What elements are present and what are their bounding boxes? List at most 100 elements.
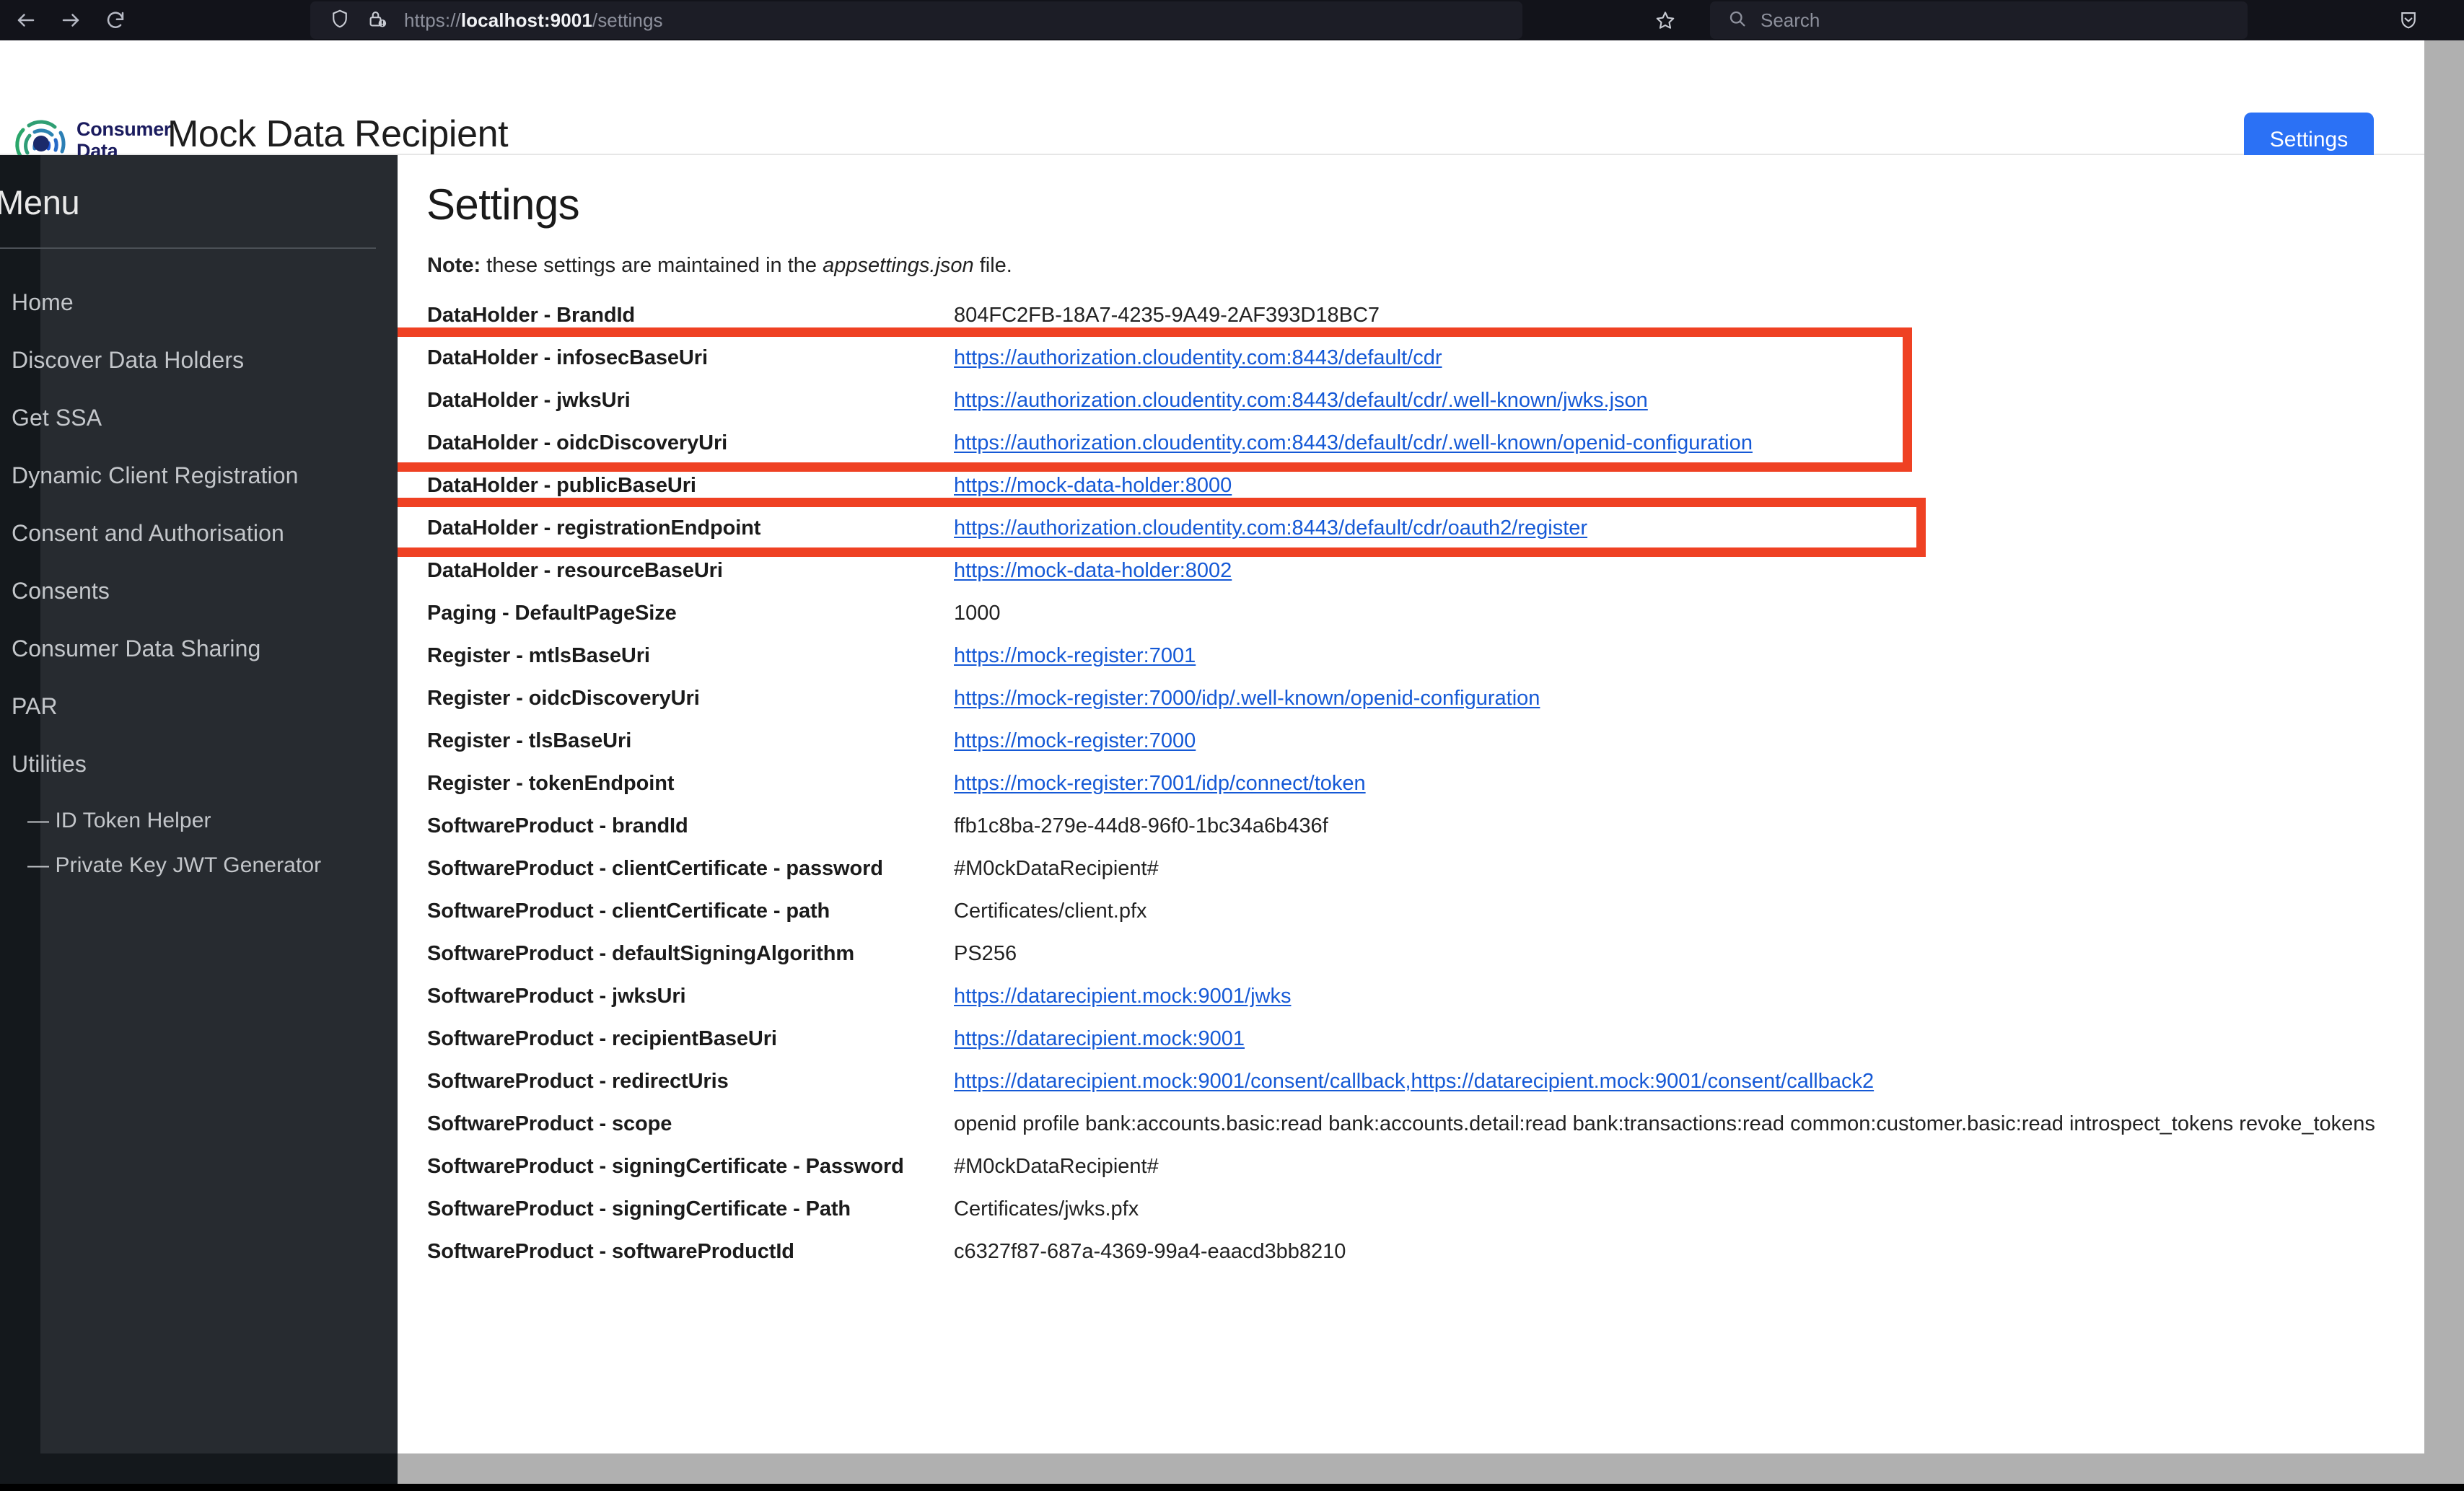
setting-value[interactable]: https://datarecipient.mock:9001/jwks [954, 982, 2375, 1011]
setting-value: #M0ckDataRecipient# [954, 857, 1159, 880]
setting-value[interactable]: https://authorization.cloudentity.com:84… [954, 428, 2375, 457]
setting-value-link[interactable]: https://mock-register:7001 [954, 644, 1196, 667]
back-arrow-icon[interactable] [7, 4, 45, 36]
sidebar-item-consent-and-authorisation[interactable]: Consent and Authorisation [12, 520, 284, 547]
sidebar-item-utilities[interactable]: Utilities [12, 751, 87, 778]
pocket-shield-icon[interactable] [2393, 4, 2424, 36]
setting-value-link[interactable]: https://mock-register:7000 [954, 729, 1196, 752]
setting-value[interactable]: https://datarecipient.mock:9001 [954, 1024, 2375, 1053]
setting-value-link[interactable]: https://authorization.cloudentity.com:84… [954, 389, 1648, 412]
reload-icon[interactable] [97, 4, 134, 36]
setting-key: SoftwareProduct - clientCertificate - pa… [427, 900, 830, 923]
table-row: DataHolder - oidcDiscoveryUri https://aut… [427, 428, 2375, 457]
setting-key: SoftwareProduct - jwksUri [427, 985, 686, 1008]
setting-key: DataHolder - publicBaseUri [427, 474, 696, 497]
setting-value-link[interactable]: https://mock-data-holder:8002 [954, 559, 1232, 582]
settings-table: DataHolder - BrandId 804FC2FB-18A7-4235-9… [427, 301, 2375, 1280]
sidebar-item-par[interactable]: PAR [12, 693, 58, 720]
setting-value-link[interactable]: https://mock-register:7001/idp/connect/t… [954, 772, 1366, 795]
table-row: SoftwareProduct - recipientBaseUri https:… [427, 1024, 2375, 1053]
setting-key: DataHolder - infosecBaseUri [427, 346, 708, 369]
table-row: SoftwareProduct - scope openid profile ba… [427, 1109, 2375, 1138]
setting-value: 804FC2FB-18A7-4235-9A49-2AF393D18BC7 [954, 304, 1380, 327]
settings-content: Settings Note: these settings are mainta… [398, 155, 2424, 1491]
setting-key: SoftwareProduct - redirectUris [427, 1070, 729, 1093]
page-viewport: Consumer Data Right Mock Data Recipient … [0, 40, 2464, 1491]
table-row: Register - tokenEndpoint https://mock-reg… [427, 769, 2375, 798]
lock-warning-icon[interactable] [367, 8, 388, 33]
setting-key: SoftwareProduct - signingCertificate - P… [427, 1197, 851, 1220]
sidebar-item-consumer-data-sharing[interactable]: Consumer Data Sharing [12, 635, 260, 662]
table-row: DataHolder - jwksUri https://authorizatio… [427, 386, 2375, 415]
setting-value-link[interactable]: https://authorization.cloudentity.com:84… [954, 431, 1753, 454]
table-row: SoftwareProduct - signingCertificate - P… [427, 1152, 2375, 1181]
forward-arrow-icon[interactable] [52, 4, 89, 36]
vertical-scrollbar[interactable] [2424, 40, 2464, 1491]
setting-key: SoftwareProduct - defaultSigningAlgorith… [427, 942, 855, 965]
setting-key: SoftwareProduct - clientCertificate - pa… [427, 857, 883, 880]
star-icon[interactable] [1649, 4, 1682, 36]
table-row: Register - tlsBaseUri https://mock-regist… [427, 726, 2375, 755]
setting-value[interactable]: https://mock-register:7001/idp/connect/t… [954, 769, 2375, 798]
setting-key: DataHolder - resourceBaseUri [427, 559, 723, 582]
setting-value[interactable]: https://mock-data-holder:8002 [954, 556, 2375, 585]
setting-value-link[interactable]: https://authorization.cloudentity.com:84… [954, 516, 1587, 540]
note-filename: appsettings.json [823, 254, 974, 277]
setting-key: DataHolder - oidcDiscoveryUri [427, 431, 728, 454]
table-row: SoftwareProduct - clientCertificate - pa… [427, 854, 2375, 883]
note-label: Note: [427, 254, 481, 277]
sidebar-item-dynamic-client-registration[interactable]: Dynamic Client Registration [12, 462, 299, 489]
setting-key: DataHolder - registrationEndpoint [427, 516, 761, 540]
app-header: Consumer Data Right Mock Data Recipient … [0, 40, 2460, 183]
sidebar-item-get-ssa[interactable]: Get SSA [12, 405, 102, 431]
url-text: https://localhost:9001/settings [404, 9, 663, 31]
table-row: DataHolder - resourceBaseUri https://mock… [427, 556, 2375, 585]
setting-key: DataHolder - jwksUri [427, 389, 631, 412]
sidebar-item-discover-data-holders[interactable]: Discover Data Holders [12, 347, 244, 374]
setting-key: SoftwareProduct - brandId [427, 814, 688, 837]
table-row: Paging - DefaultPageSize 1000 [427, 599, 2375, 628]
sidebar-item-home[interactable]: Home [12, 289, 74, 316]
sidebar-item-private-key-jwt-generator[interactable]: — Private Key JWT Generator [27, 853, 321, 878]
setting-value: c6327f87-687a-4369-99a4-eaacd3bb8210 [954, 1240, 1346, 1263]
table-row: SoftwareProduct - signingCertificate - P… [427, 1195, 2375, 1223]
setting-key: SoftwareProduct - scope [427, 1112, 672, 1135]
setting-value[interactable]: https://authorization.cloudentity.com:84… [954, 514, 2375, 542]
setting-value-link[interactable]: https://datarecipient.mock:9001/consent/… [954, 1070, 1874, 1093]
setting-value[interactable]: https://authorization.cloudentity.com:84… [954, 343, 2375, 372]
sidebar-heading: Menu [0, 183, 80, 221]
setting-key: Register - tokenEndpoint [427, 772, 675, 795]
setting-value[interactable]: https://authorization.cloudentity.com:84… [954, 386, 2375, 415]
setting-value[interactable]: https://mock-register:7000/idp/.well-kno… [954, 684, 2375, 713]
table-row: SoftwareProduct - jwksUri https://datarec… [427, 982, 2375, 1011]
sidebar-item-consents[interactable]: Consents [12, 578, 110, 604]
table-row: SoftwareProduct - softwareProductId c6327… [427, 1237, 2375, 1266]
setting-value[interactable]: https://mock-register:7000 [954, 726, 2375, 755]
setting-value[interactable]: https://mock-register:7001 [954, 641, 2375, 670]
setting-key: Paging - DefaultPageSize [427, 602, 677, 625]
app-title: Mock Data Recipient [167, 113, 509, 155]
setting-value-link[interactable]: https://mock-data-holder:8000 [954, 474, 1232, 497]
search-icon [1727, 9, 1748, 32]
setting-value-link[interactable]: https://mock-register:7000/idp/.well-kno… [954, 687, 1540, 710]
setting-value-link[interactable]: https://authorization.cloudentity.com:84… [954, 346, 1442, 369]
setting-key: Register - oidcDiscoveryUri [427, 687, 700, 710]
setting-value[interactable]: https://datarecipient.mock:9001/consent/… [954, 1067, 2375, 1096]
setting-value[interactable]: https://mock-data-holder:8000 [954, 471, 2375, 500]
setting-value: Certificates/client.pfx [954, 900, 1147, 923]
search-box[interactable]: Search [1710, 1, 2248, 39]
setting-value-link[interactable]: https://datarecipient.mock:9001/jwks [954, 985, 1291, 1008]
setting-key: SoftwareProduct - softwareProductId [427, 1240, 794, 1263]
setting-value: PS256 [954, 942, 1017, 965]
table-row: DataHolder - registrationEndpoint https:/… [427, 514, 2375, 542]
setting-key: DataHolder - BrandId [427, 304, 636, 327]
table-row: SoftwareProduct - clientCertificate - pa… [427, 897, 2375, 925]
sidebar-item-id-token-helper[interactable]: — ID Token Helper [27, 809, 211, 833]
table-row: SoftwareProduct - brandId ffb1c8ba-279e-4… [427, 812, 2375, 840]
shield-icon[interactable] [329, 8, 351, 33]
search-placeholder: Search [1761, 9, 1820, 31]
setting-value: ffb1c8ba-279e-44d8-96f0-1bc34a6b436f [954, 814, 1328, 837]
setting-value-link[interactable]: https://datarecipient.mock:9001 [954, 1027, 1245, 1050]
address-bar[interactable]: https://localhost:9001/settings [310, 1, 1522, 39]
table-row: DataHolder - BrandId 804FC2FB-18A7-4235-9… [427, 301, 2375, 330]
